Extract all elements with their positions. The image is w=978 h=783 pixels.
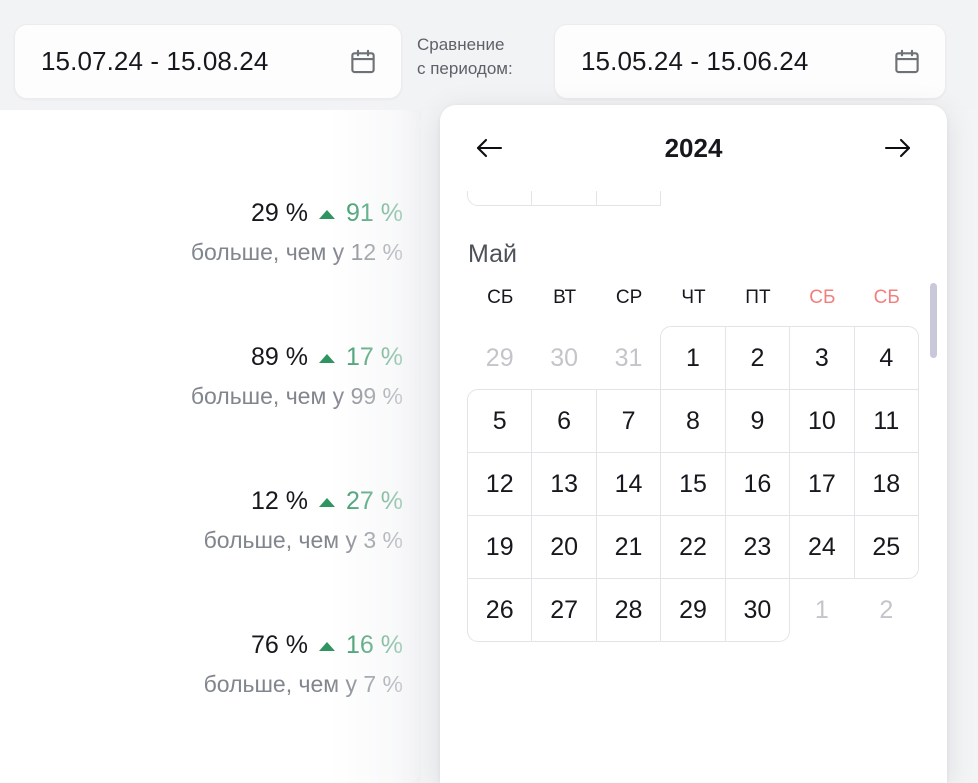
calendar-day-cell[interactable]: 14 xyxy=(596,452,661,516)
stat-delta-value: 91 % xyxy=(346,199,403,228)
calendar-months-container: 2930311234 Май СБВТСРЧТПТСБСБ 2930311234… xyxy=(440,191,947,642)
stat-value: 89 % xyxy=(251,343,308,372)
arrow-right-icon[interactable] xyxy=(878,128,918,168)
calendar-day-cell: 4 xyxy=(854,191,919,206)
calendar-day-cell[interactable]: 1 xyxy=(660,326,725,390)
weekday-label: ВТ xyxy=(532,287,596,309)
calendar-day-cell: 2 xyxy=(854,578,919,642)
calendar-day-cell[interactable]: 26 xyxy=(467,578,532,642)
calendar-day-cell[interactable]: 28 xyxy=(596,578,661,642)
calendar-icon[interactable] xyxy=(892,47,922,77)
weekday-label: СБ xyxy=(468,287,532,309)
calendar-day-cell[interactable]: 30 xyxy=(531,191,596,206)
calendar-day-cell[interactable]: 29 xyxy=(467,191,532,206)
calendar-day-cell[interactable]: 10 xyxy=(789,389,854,453)
stat-value: 29 % xyxy=(251,199,308,228)
calendar-day-cell[interactable]: 15 xyxy=(660,452,725,516)
stat-row: 12 % 27 % больше, чем у 3 % xyxy=(204,484,403,554)
stat-value: 76 % xyxy=(251,631,308,660)
calendar-day-cell[interactable]: 5 xyxy=(467,389,532,453)
calendar-day-cell[interactable]: 31 xyxy=(596,191,661,206)
primary-date-range-value: 15.07.24 - 15.08.24 xyxy=(41,46,268,77)
trend-up-icon xyxy=(319,642,335,651)
weekday-label: ЧТ xyxy=(661,287,725,309)
stat-delta-value: 16 % xyxy=(346,631,403,660)
calendar-day-cell[interactable]: 12 xyxy=(467,452,532,516)
stat-row: 29 % 91 % больше, чем у 12 % xyxy=(191,196,403,266)
stat-value: 12 % xyxy=(251,487,308,516)
trend-up-icon xyxy=(319,498,335,507)
calendar-day-cell[interactable]: 22 xyxy=(660,515,725,579)
calendar-day-cell[interactable]: 9 xyxy=(725,389,790,453)
stat-comparison-text: больше, чем у 12 % xyxy=(191,239,403,266)
day-grid: 2930311234567891011121314151617181920212… xyxy=(468,327,919,642)
stat-row: 76 % 16 % больше, чем у 7 % xyxy=(204,628,403,698)
calendar-scrollbar-thumb[interactable] xyxy=(930,283,937,358)
trend-up-icon xyxy=(319,354,335,363)
calendar-day-cell[interactable]: 2 xyxy=(725,326,790,390)
calendar-day-cell[interactable]: 18 xyxy=(854,452,919,516)
stat-row: 89 % 17 % больше, чем у 99 % xyxy=(191,340,403,410)
calendar-year-label: 2024 xyxy=(665,133,723,164)
calendar-day-cell: 31 xyxy=(596,326,661,390)
compare-period-label-line1: Сравнение xyxy=(417,33,547,57)
calendar-day-cell[interactable]: 29 xyxy=(660,578,725,642)
calendar-day-cell[interactable]: 13 xyxy=(531,452,596,516)
month-name-label: Май xyxy=(468,240,919,269)
stat-delta-value: 17 % xyxy=(346,343,403,372)
statistics-list: 29 % 91 % больше, чем у 12 % 89 % 17 % больш… xyxy=(0,110,421,783)
calendar-day-cell[interactable]: 24 xyxy=(789,515,854,579)
month-block-may: Май СБВТСРЧТПТСБСБ 293031123456789101112… xyxy=(440,240,947,642)
compare-date-range-value: 15.05.24 - 15.06.24 xyxy=(581,46,808,77)
calendar-day-cell[interactable]: 17 xyxy=(789,452,854,516)
calendar-day-cell: 1 xyxy=(789,578,854,642)
calendar-day-cell[interactable]: 8 xyxy=(660,389,725,453)
calendar-day-cell: 30 xyxy=(531,326,596,390)
stat-comparison-text: больше, чем у 7 % xyxy=(204,671,403,698)
previous-month-tail-row: 2930311234 xyxy=(440,191,947,206)
calendar-day-cell[interactable]: 3 xyxy=(789,326,854,390)
calendar-day-cell: 29 xyxy=(467,326,532,390)
calendar-header: 2024 xyxy=(440,105,947,191)
weekday-header-row: СБВТСРЧТПТСБСБ xyxy=(468,287,919,309)
calendar-scroll-viewport[interactable]: 2930311234 Май СБВТСРЧТПТСБСБ 2930311234… xyxy=(440,191,947,783)
calendar-popover: 2024 2930311234 Май СБВТСРЧТПТСБСБ 29303… xyxy=(440,105,947,783)
calendar-icon[interactable] xyxy=(348,47,378,77)
calendar-day-cell[interactable]: 23 xyxy=(725,515,790,579)
calendar-day-cell[interactable]: 7 xyxy=(596,389,661,453)
calendar-day-cell: 3 xyxy=(789,191,854,206)
calendar-day-cell: 2 xyxy=(725,191,790,206)
date-range-toolbar: 15.07.24 - 15.08.24 Сравнение с периодом… xyxy=(0,0,978,110)
weekday-label: СБ xyxy=(855,287,919,309)
calendar-day-cell[interactable]: 6 xyxy=(531,389,596,453)
calendar-day-cell[interactable]: 20 xyxy=(531,515,596,579)
primary-date-range-input[interactable]: 15.07.24 - 15.08.24 xyxy=(14,24,402,99)
calendar-day-cell[interactable]: 30 xyxy=(725,578,790,642)
calendar-day-cell[interactable]: 19 xyxy=(467,515,532,579)
calendar-day-cell: 1 xyxy=(660,191,725,206)
calendar-day-cell[interactable]: 16 xyxy=(725,452,790,516)
arrow-left-icon[interactable] xyxy=(469,128,509,168)
compare-date-range-input[interactable]: 15.05.24 - 15.06.24 xyxy=(554,24,946,99)
calendar-day-cell[interactable]: 4 xyxy=(854,326,919,390)
compare-period-label-line2: с периодом: xyxy=(417,57,547,81)
calendar-day-cell[interactable]: 27 xyxy=(531,578,596,642)
weekday-label: СР xyxy=(597,287,661,309)
calendar-day-cell[interactable]: 11 xyxy=(854,389,919,453)
stat-comparison-text: больше, чем у 99 % xyxy=(191,383,403,410)
weekday-label: СБ xyxy=(790,287,854,309)
calendar-day-cell[interactable]: 21 xyxy=(596,515,661,579)
compare-period-label: Сравнение с периодом: xyxy=(417,33,547,81)
trend-up-icon xyxy=(319,210,335,219)
stat-delta-value: 27 % xyxy=(346,487,403,516)
stat-comparison-text: больше, чем у 3 % xyxy=(204,527,403,554)
calendar-day-cell[interactable]: 25 xyxy=(854,515,919,579)
weekday-label: ПТ xyxy=(726,287,790,309)
